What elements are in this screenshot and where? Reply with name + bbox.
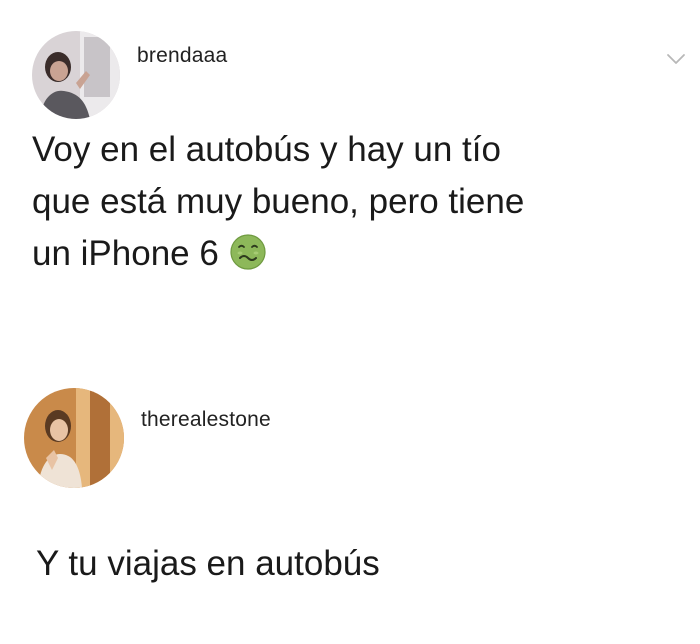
nauseated-face-icon	[230, 234, 266, 270]
post-therealestone: therealestone Y tu viajas en autobús	[0, 380, 700, 644]
post-brendaaa: brendaaa Voy en el autobús y hay un tío …	[0, 0, 700, 330]
avatar[interactable]	[32, 31, 120, 119]
avatar[interactable]	[24, 388, 124, 488]
chevron-down-icon[interactable]	[666, 52, 686, 66]
username[interactable]: therealestone	[141, 408, 271, 432]
post-text-line: Y tu viajas en autobús	[36, 544, 380, 583]
avatar-photo	[32, 31, 120, 119]
post-text: Voy en el autobús y hay un tío que está …	[32, 124, 672, 280]
post-text-line: Voy en el autobús y hay un tío	[32, 130, 501, 169]
post-text-line: un iPhone 6	[32, 234, 219, 273]
post-text: Y tu viajas en autobús	[36, 538, 676, 590]
post-text-line: que está muy bueno, pero tiene	[32, 182, 525, 221]
avatar-photo	[24, 388, 124, 488]
post-text-line-with-emoji: un iPhone 6	[32, 228, 672, 280]
username[interactable]: brendaaa	[137, 44, 227, 68]
